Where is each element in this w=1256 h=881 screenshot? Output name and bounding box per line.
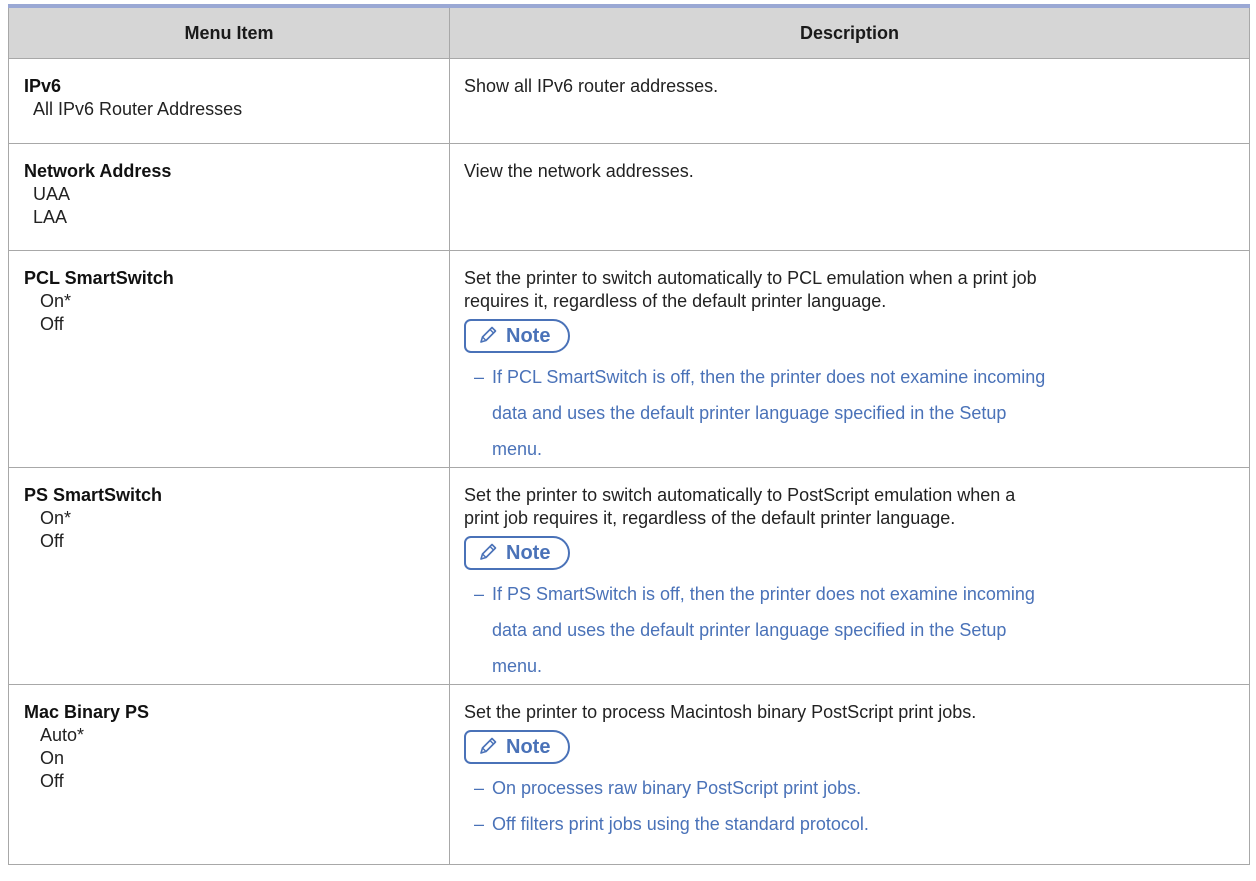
dash-icon: –: [474, 778, 485, 798]
description-cell: Set the printer to process Macintosh bin…: [449, 684, 1250, 865]
menu-item-cell: PS SmartSwitch On* Off: [8, 467, 450, 685]
pencil-icon: [480, 737, 497, 754]
menu-item-title: Network Address: [24, 161, 172, 181]
menu-item-option: Off: [40, 314, 64, 334]
menu-item-title: PCL SmartSwitch: [24, 268, 174, 288]
menu-item-option: On*: [40, 508, 72, 528]
menu-item-option: LAA: [33, 207, 68, 227]
note-text: data and uses the default printer langua…: [492, 620, 1007, 640]
note-text: – If PS SmartSwitch is off, then the prin…: [464, 576, 1237, 612]
description-text: View the network addresses.: [464, 161, 694, 181]
menu-item-cell: Network Address UAA LAA: [8, 143, 450, 251]
description-cell: View the network addresses.: [449, 143, 1250, 251]
note-text: – If PCL SmartSwitch is off, then the pri…: [464, 359, 1237, 395]
menu-item-option: All IPv6 Router Addresses: [33, 99, 243, 119]
description-cell: Set the printer to switch automatically …: [449, 467, 1250, 685]
header-menu-item: Menu Item: [8, 4, 450, 59]
table-row: IPv6 All IPv6 Router Addresses Show all …: [8, 58, 1250, 144]
dash-icon: –: [474, 367, 485, 387]
description-text: Set the printer to switch automatically …: [464, 485, 1016, 505]
note-line-text: If PCL SmartSwitch is off, then the prin…: [492, 367, 1046, 387]
table-row: Mac Binary PS Auto* On Off Set the print…: [8, 684, 1250, 865]
menu-table-container: Menu Item Description IPv6 All IPv6 Rout…: [8, 4, 1250, 865]
menu-item-option: Off: [40, 531, 64, 551]
note-badge: Note: [464, 730, 571, 764]
pencil-icon: [480, 326, 497, 343]
menu-item-title: PS SmartSwitch: [24, 485, 163, 505]
note-label: Note: [506, 736, 551, 758]
menu-item-option: On*: [40, 291, 72, 311]
menu-item-cell: Mac Binary PS Auto* On Off: [8, 684, 450, 865]
menu-item-option: UAA: [33, 184, 71, 204]
pencil-icon: [480, 543, 497, 560]
table-header-row: Menu Item Description: [8, 4, 1250, 59]
table-row: PS SmartSwitch On* Off Set the printer t…: [8, 467, 1250, 685]
note-text: – Off filters print jobs using the standa…: [464, 806, 1237, 842]
description-text: Set the printer to switch automatically …: [464, 268, 1037, 288]
menu-item-option: On: [40, 748, 65, 768]
note-line-text: Off filters print jobs using the standar…: [492, 814, 869, 834]
menu-item-cell: IPv6 All IPv6 Router Addresses: [8, 58, 450, 144]
menu-item-cell: PCL SmartSwitch On* Off: [8, 250, 450, 468]
description-cell: Set the printer to switch automatically …: [449, 250, 1250, 468]
note-badge: Note: [464, 536, 571, 570]
note-label: Note: [506, 325, 551, 347]
description-text: Show all IPv6 router addresses.: [464, 76, 719, 96]
menu-item-option: Off: [40, 771, 64, 791]
note-text: menu.: [492, 439, 543, 459]
note-text: data and uses the default printer langua…: [492, 403, 1007, 423]
note-badge: Note: [464, 319, 571, 353]
dash-icon: –: [474, 814, 485, 834]
menu-table: Menu Item Description IPv6 All IPv6 Rout…: [8, 4, 1250, 865]
header-description: Description: [449, 4, 1250, 59]
note-line-text: On processes raw binary PostScript print…: [492, 778, 862, 798]
table-row: Network Address UAA LAA View the network…: [8, 143, 1250, 251]
note-line-text: If PS SmartSwitch is off, then the print…: [492, 584, 1035, 604]
dash-icon: –: [474, 584, 485, 604]
description-text: Set the printer to process Macintosh bin…: [464, 702, 977, 722]
description-cell: Show all IPv6 router addresses.: [449, 58, 1250, 144]
description-text: print job requires it, regardless of the…: [464, 508, 956, 528]
menu-item-title: IPv6: [24, 76, 62, 96]
note-label: Note: [506, 542, 551, 564]
note-text: – On processes raw binary PostScript prin…: [464, 770, 1237, 806]
menu-item-option: Auto*: [40, 725, 85, 745]
table-row: PCL SmartSwitch On* Off Set the printer …: [8, 250, 1250, 468]
note-text: menu.: [492, 656, 543, 676]
description-text: requires it, regardless of the default p…: [464, 291, 887, 311]
menu-item-title: Mac Binary PS: [24, 702, 150, 722]
